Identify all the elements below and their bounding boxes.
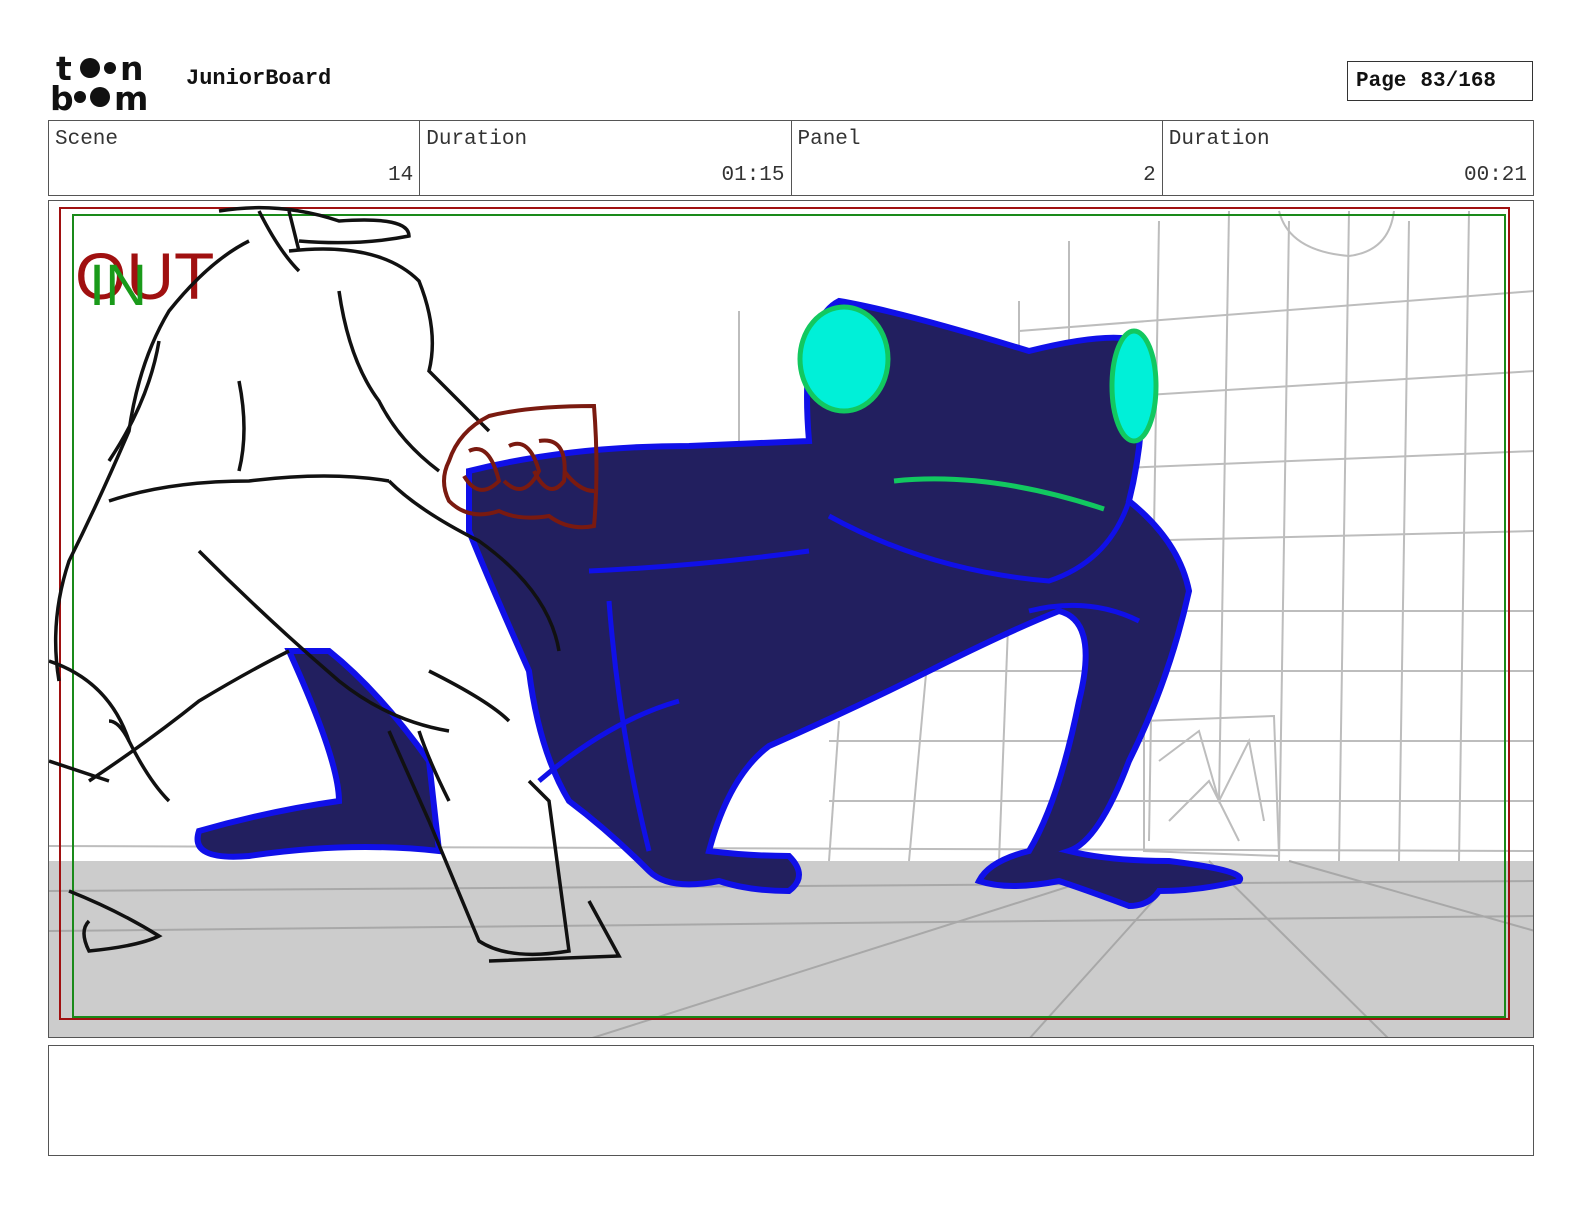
page-label: Page <box>1356 69 1407 93</box>
panel-notes-area <box>48 1045 1534 1156</box>
panel-duration-label: Duration <box>1168 128 1270 151</box>
scene-duration-value: 01:15 <box>721 164 785 187</box>
scene-value: 14 <box>388 164 414 187</box>
svg-text:b: b <box>50 79 74 114</box>
scene-label: Scene <box>55 128 119 151</box>
storyboard-panel-image: OUT IN <box>48 200 1534 1038</box>
panel-value: 2 <box>1143 164 1156 187</box>
page-value: 83/168 <box>1420 69 1497 93</box>
in-label: IN <box>89 253 147 318</box>
page-indicator: Page 83/168 <box>1347 61 1533 101</box>
svg-text:m: m <box>114 79 148 114</box>
panel-duration-cell: Duration 00:21 <box>1163 121 1533 195</box>
scene-cell: Scene 14 <box>49 121 421 195</box>
scene-duration-cell: Duration 01:15 <box>420 121 792 195</box>
scene-duration-label: Duration <box>426 128 528 151</box>
toon-boom-logo: t n b m <box>50 49 166 118</box>
app-title: JuniorBoard <box>186 66 332 91</box>
panel-cell: Panel 2 <box>792 121 1163 195</box>
panel-info-row: Scene 14 Duration 01:15 Panel 2 Duration… <box>48 120 1534 196</box>
panel-label: Panel <box>797 128 861 151</box>
panel-duration-value: 00:21 <box>1463 164 1527 187</box>
